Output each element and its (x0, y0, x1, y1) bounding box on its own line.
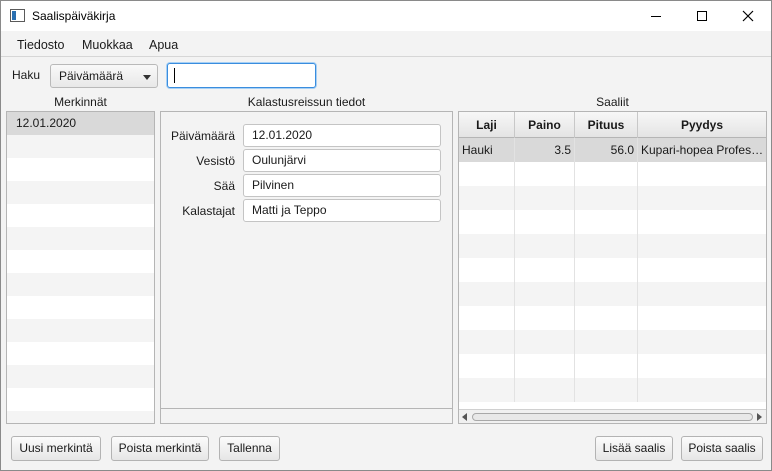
scroll-right-icon[interactable] (757, 413, 762, 421)
list-item[interactable]: 12.01.2020 (7, 112, 154, 135)
delete-catch-button[interactable]: Poista saalis (681, 436, 763, 461)
table-row-empty (459, 258, 766, 282)
search-field-selected: Päivämäärä (59, 69, 124, 83)
maximize-icon (697, 11, 707, 21)
menu-bar: Tiedosto Muokkaa Apua (1, 32, 771, 57)
search-field-select[interactable]: Päivämäärä (50, 64, 158, 88)
close-icon (742, 10, 754, 22)
list-item-empty (7, 296, 154, 319)
table-row-empty (459, 354, 766, 378)
water-field[interactable]: Oulunjärvi (243, 149, 441, 172)
list-item-empty (7, 181, 154, 204)
table-row-empty (459, 306, 766, 330)
details-title: Kalastusreissun tiedot (247, 95, 366, 109)
list-item-empty (7, 204, 154, 227)
date-label: Päivämäärä (170, 129, 235, 143)
chevron-down-icon (143, 75, 151, 80)
list-item-empty (7, 342, 154, 365)
details-footer (160, 409, 453, 424)
search-input[interactable] (167, 63, 316, 88)
horizontal-scrollbar[interactable] (459, 409, 766, 423)
column-header-weight[interactable]: Paino (515, 112, 575, 138)
table-row[interactable]: Hauki 3.5 56.0 Kupari-hopea Profes… (459, 138, 766, 162)
table-row-empty (459, 378, 766, 402)
delete-entry-button[interactable]: Poista merkintä (111, 436, 209, 461)
column-header-gear[interactable]: Pyydys (638, 112, 766, 138)
entries-title: Merkinnät (54, 95, 107, 109)
cell-length: 56.0 (575, 138, 638, 162)
table-row-empty (459, 162, 766, 186)
entries-list[interactable]: 12.01.2020 (6, 111, 155, 424)
new-entry-button[interactable]: Uusi merkintä (11, 436, 101, 461)
catches-table[interactable]: Laji Paino Pituus Pyydys Hauki 3.5 56.0 … (458, 111, 767, 424)
cell-weight: 3.5 (515, 138, 575, 162)
app-window: Saalispäiväkirja Tiedosto Muokkaa Apua H… (0, 0, 772, 471)
anglers-label: Kalastajat (182, 204, 235, 218)
menu-help[interactable]: Apua (149, 38, 178, 52)
list-item-empty (7, 135, 154, 158)
water-label: Vesistö (196, 154, 235, 168)
minimize-button[interactable] (633, 1, 679, 31)
title-bar: Saalispäiväkirja (1, 1, 771, 31)
table-row-empty (459, 234, 766, 258)
column-header-length[interactable]: Pituus (575, 112, 638, 138)
scrollbar-thumb[interactable] (472, 413, 753, 421)
menu-edit[interactable]: Muokkaa (82, 38, 133, 52)
date-field[interactable]: 12.01.2020 (243, 124, 441, 147)
text-caret (174, 68, 175, 83)
close-button[interactable] (725, 1, 771, 31)
list-item-empty (7, 319, 154, 342)
cell-gear: Kupari-hopea Profes… (641, 143, 764, 157)
maximize-button[interactable] (679, 1, 725, 31)
anglers-field[interactable]: Matti ja Teppo (243, 199, 441, 222)
details-form: Päivämäärä 12.01.2020 Vesistö Oulunjärvi… (160, 111, 453, 409)
list-item-empty (7, 411, 154, 423)
list-item-empty (7, 365, 154, 388)
search-label: Haku (12, 68, 41, 82)
menu-file[interactable]: Tiedosto (17, 38, 64, 52)
weather-label: Sää (213, 179, 235, 193)
list-item-empty (7, 158, 154, 181)
list-item-empty (7, 227, 154, 250)
table-row-empty (459, 186, 766, 210)
table-row-empty (459, 330, 766, 354)
table-row-empty (459, 210, 766, 234)
weather-field[interactable]: Pilvinen (243, 174, 441, 197)
cell-species: Hauki (459, 138, 515, 162)
catches-title: Saaliit (596, 95, 629, 109)
table-row-empty (459, 282, 766, 306)
app-icon (10, 9, 25, 22)
column-header-species[interactable]: Laji (459, 112, 515, 138)
table-header: Laji Paino Pituus Pyydys (459, 112, 766, 138)
window-title: Saalispäiväkirja (32, 9, 116, 23)
list-item-empty (7, 250, 154, 273)
list-item-empty (7, 388, 154, 411)
minimize-icon (651, 15, 661, 17)
scroll-left-icon[interactable] (462, 413, 467, 421)
list-item-empty (7, 273, 154, 296)
add-catch-button[interactable]: Lisää saalis (595, 436, 673, 461)
save-button[interactable]: Tallenna (219, 436, 280, 461)
